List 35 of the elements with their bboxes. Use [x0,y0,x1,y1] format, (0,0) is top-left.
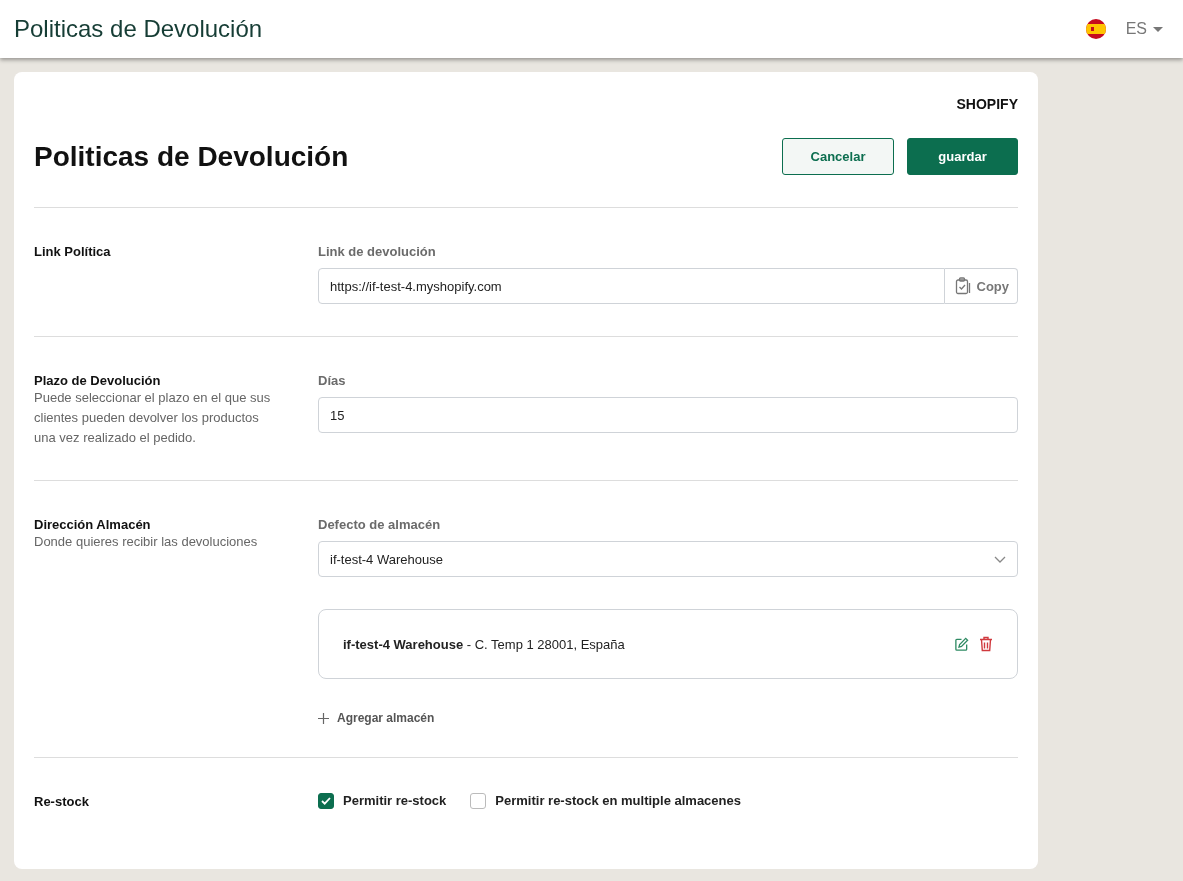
checkbox[interactable] [470,792,487,809]
flag-icon [1085,19,1106,39]
edit-button[interactable] [954,636,969,652]
section-description: Donde quieres recibir las devoluciones [34,533,259,551]
section-description: Puede seleccionar el plazo en el que sus clientes pueden devolver los productos una vez realizado el pedido. [34,389,272,447]
clipboard-icon [954,277,971,295]
save-button[interactable]: guardar [907,138,1018,175]
checkbox[interactable] [318,792,334,809]
pencil-icon [954,636,969,652]
delete-button[interactable] [979,636,993,652]
days-field[interactable]: 15 [318,397,1018,433]
field-label: Link de devolución [318,244,437,259]
caret-icon [1153,26,1163,32]
field-label: Defecto de almacén [318,517,442,532]
restock-checkbox[interactable]: Permitir re-stock en multiple almacenes [470,792,741,809]
app-title: Politicas de Devolución [14,15,264,43]
section-title: Re-stock [34,794,90,809]
restock-checkbox[interactable]: Permitir re-stock [318,792,447,809]
plus-icon [318,712,329,724]
cancel-button[interactable]: Cancelar [782,138,894,175]
trash-icon [979,636,993,652]
section-title: Link Política [34,244,112,259]
page-title: Politicas de Devolución [34,140,349,173]
language-select[interactable]: ES [1085,19,1163,39]
chevron-down-icon [994,555,1006,563]
section-title: Dirección Almacén [34,517,152,532]
add-warehouse-button[interactable]: Agregar almacén [318,711,435,725]
check-icon [321,796,331,805]
section-title: Plazo de Devolución [34,373,162,388]
warehouse-address: if-test-4 Warehouse - C. Temp 1 28001, España [343,636,626,652]
field-label: Días [318,373,347,388]
warehouse-select[interactable]: if-test-4 Warehouse [318,541,1018,577]
platform-label: SHOPIFY [955,96,1018,112]
link-field[interactable]: https://if-test-4.myshopify.com [318,268,945,304]
copy-button[interactable]: Copy [944,268,1018,304]
